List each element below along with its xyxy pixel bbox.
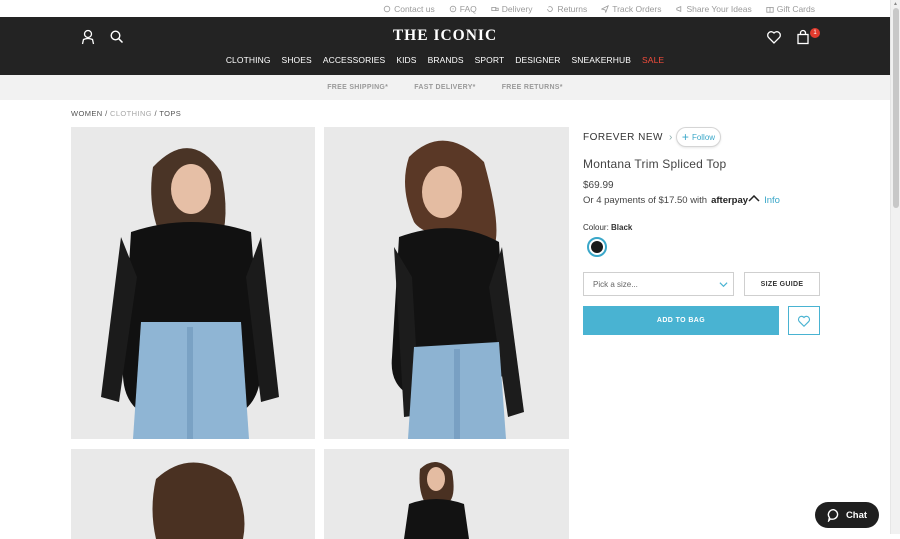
nav-item-kids[interactable]: KIDS	[391, 55, 422, 65]
colour-label: Colour: Black	[583, 223, 632, 232]
nav-item-sale[interactable]: SALE	[637, 55, 670, 65]
breadcrumb-separator: /	[102, 109, 111, 118]
nav-item-sneakerhub[interactable]: SNEAKERHUB	[566, 55, 637, 65]
colour-label-text: Colour:	[583, 223, 609, 232]
afterpay-arrows-icon	[748, 194, 760, 202]
delivery-label: Delivery	[501, 3, 533, 14]
gift-cards-link[interactable]: Gift Cards	[766, 4, 815, 14]
truck-icon	[491, 6, 499, 11]
nav-item-brands[interactable]: BRANDS	[422, 55, 469, 65]
chat-bubble-icon	[827, 509, 839, 522]
swatch-fill	[591, 241, 603, 253]
nav-item-accessories[interactable]: ACCESSORIES	[317, 55, 391, 65]
contact-us-link[interactable]: Contact us	[383, 4, 435, 14]
colour-value: Black	[611, 223, 633, 232]
headset-icon	[383, 5, 391, 12]
follow-button[interactable]: + Follow	[676, 127, 721, 147]
add-to-bag-button[interactable]: ADD TO BAG	[583, 306, 779, 335]
chevron-right-icon: ›	[668, 132, 673, 143]
scrollbar-thumb[interactable]	[893, 8, 899, 208]
breadcrumb-women[interactable]: WOMEN	[71, 109, 103, 118]
main-nav: CLOTHING SHOES ACCESSORIES KIDS BRANDS S…	[0, 55, 890, 65]
breadcrumb-tops[interactable]: TOPS	[159, 109, 181, 118]
nav-item-shoes[interactable]: SHOES	[276, 55, 317, 65]
afterpay-text: Or 4 payments of $17.50 with	[583, 195, 708, 206]
faq-label: FAQ	[459, 3, 477, 14]
nav-item-designer[interactable]: DESIGNER	[510, 55, 566, 65]
gift-cards-label: Gift Cards	[776, 3, 815, 14]
returns-label: Returns	[557, 3, 588, 14]
share-ideas-label: Share Your Ideas	[686, 3, 752, 14]
size-select[interactable]: Pick a size...	[583, 272, 734, 296]
utility-bar: Contact us ? FAQ Delivery Returns Track …	[0, 0, 890, 17]
afterpay-info-link[interactable]: Info	[764, 195, 780, 206]
share-ideas-link[interactable]: Share Your Ideas	[675, 3, 752, 14]
site-logo[interactable]: THE ICONIC	[0, 27, 890, 45]
scroll-up-icon[interactable]: ▲	[893, 1, 898, 7]
nav-item-sport[interactable]: SPORT	[469, 55, 510, 65]
chat-label: Chat	[845, 509, 868, 521]
afterpay-brand: afterpay	[711, 195, 749, 206]
nav-item-clothing[interactable]: CLOTHING	[220, 55, 276, 65]
product-image-angle[interactable]	[324, 127, 569, 439]
breadcrumb: WOMEN / CLOTHING / TOPS	[71, 109, 181, 118]
afterpay-logo: afterpay	[711, 194, 760, 206]
brand-link[interactable]: FOREVER NEW ›	[583, 132, 673, 143]
promo-strip: FREE SHIPPING* FAST DELIVERY* FREE RETUR…	[0, 75, 890, 100]
wishlist-button[interactable]	[788, 306, 820, 335]
site-header: THE ICONIC 1 CLOTHING SHOES ACCESSORIES …	[0, 17, 890, 75]
product-image-front[interactable]	[71, 127, 315, 439]
gift-icon	[766, 6, 774, 13]
bag-count-badge: 1	[810, 28, 820, 38]
returns-link[interactable]: Returns	[546, 4, 587, 14]
promo-free-shipping[interactable]: FREE SHIPPING*	[327, 84, 388, 91]
contact-us-label: Contact us	[394, 3, 435, 14]
follow-label: Follow	[691, 132, 716, 142]
size-guide-button[interactable]: SIZE GUIDE	[744, 272, 820, 296]
product-image-back[interactable]	[71, 449, 315, 539]
plus-icon: +	[681, 130, 689, 144]
paper-plane-icon	[601, 4, 610, 13]
product-image-full[interactable]	[324, 449, 569, 539]
question-icon: ?	[449, 5, 456, 12]
product-title: Montana Trim Spliced Top	[583, 157, 727, 171]
colour-swatch-black[interactable]	[587, 237, 607, 257]
brand-name: FOREVER NEW	[583, 132, 663, 143]
track-orders-link[interactable]: Track Orders	[601, 3, 662, 14]
heart-outline-icon	[797, 315, 811, 327]
track-orders-label: Track Orders	[612, 3, 662, 14]
promo-fast-delivery[interactable]: FAST DELIVERY*	[414, 84, 476, 91]
heart-icon[interactable]	[766, 29, 782, 45]
delivery-link[interactable]: Delivery	[491, 3, 533, 14]
promo-free-returns[interactable]: FREE RETURNS*	[502, 84, 563, 91]
page-scrollbar[interactable]: ▲	[890, 0, 900, 534]
svg-text:?: ?	[452, 6, 455, 11]
bag-icon[interactable]	[795, 29, 811, 45]
return-icon	[547, 5, 554, 12]
faq-link[interactable]: ? FAQ	[449, 4, 477, 14]
megaphone-icon	[675, 5, 681, 12]
breadcrumb-clothing[interactable]: CLOTHING	[110, 109, 152, 118]
chevron-down-icon	[719, 282, 728, 288]
afterpay-row: Or 4 payments of $17.50 with afterpay In…	[583, 194, 780, 206]
product-price: $69.99	[583, 180, 614, 191]
size-placeholder: Pick a size...	[593, 279, 638, 289]
chat-button[interactable]: Chat	[815, 502, 879, 528]
